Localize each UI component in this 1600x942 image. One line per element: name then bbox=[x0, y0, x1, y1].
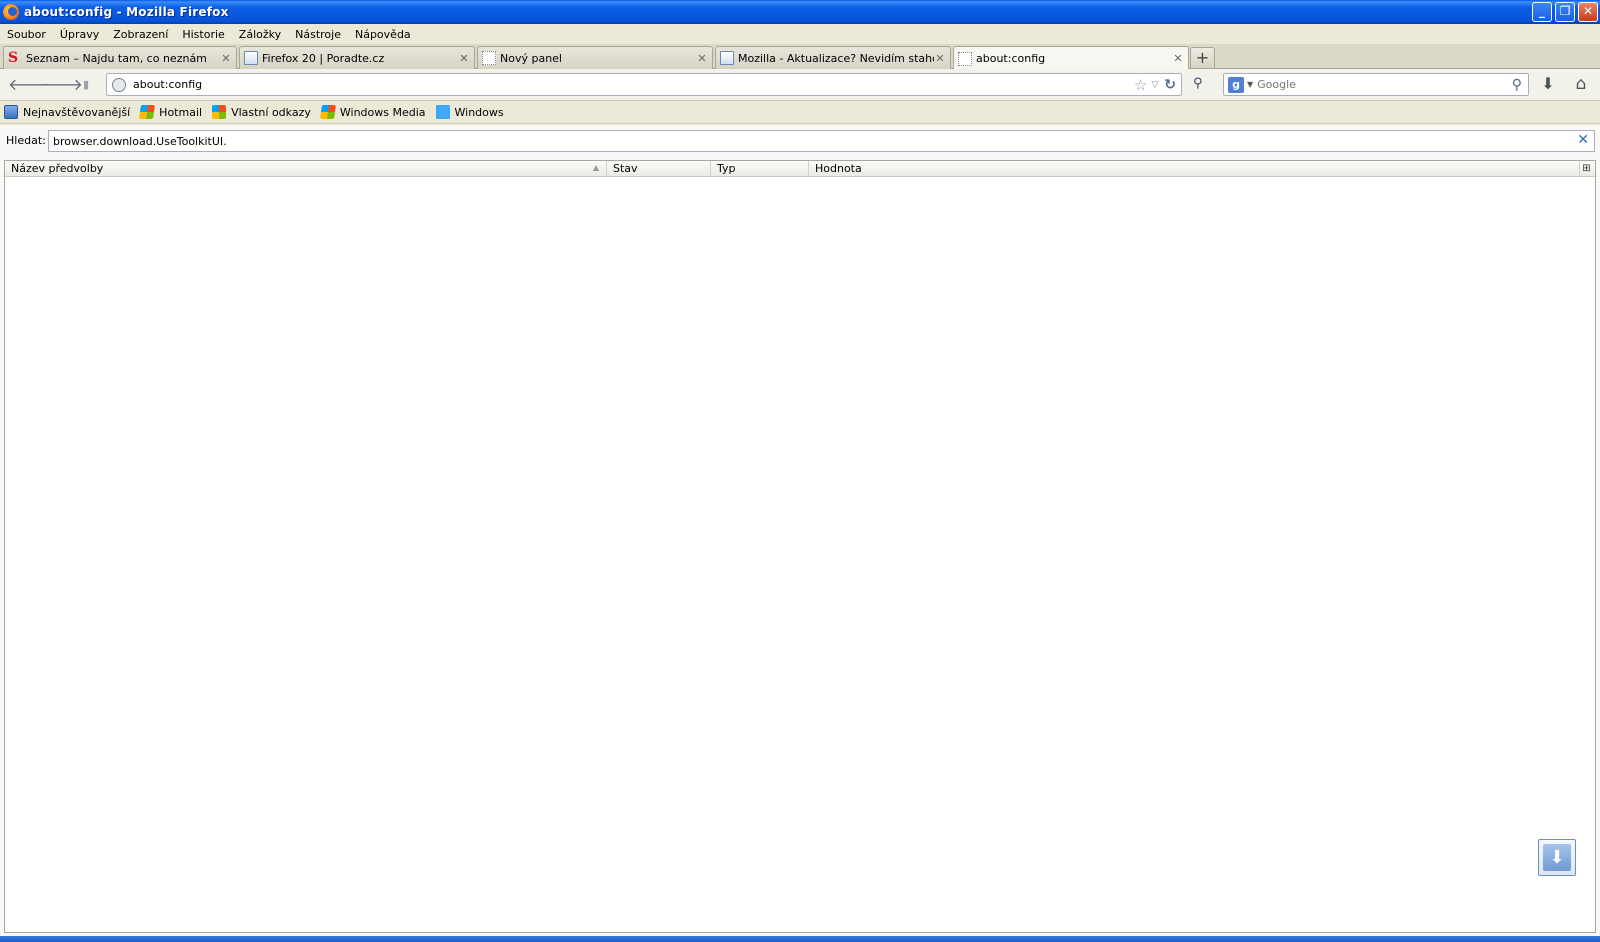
windows-logo-icon bbox=[319, 105, 336, 119]
url-bar[interactable]: ☆ ▽ ↻ bbox=[106, 73, 1182, 96]
menu-zobrazeni[interactable]: Zobrazení bbox=[106, 28, 175, 41]
tab-mozilla[interactable]: Mozilla - Aktualizace? Nevidím stahovaní… bbox=[715, 46, 951, 69]
page-icon bbox=[720, 51, 734, 65]
page-icon bbox=[244, 51, 258, 65]
windows-flag-icon bbox=[435, 105, 450, 119]
menu-historie[interactable]: Historie bbox=[175, 28, 231, 41]
home-icon[interactable]: ⌂ bbox=[1569, 74, 1593, 96]
navigation-toolbar: 🡐 🡒 ▮ ☆ ▽ ↻ ⚲ g ▼ ⚲ ⬇ ⌂ bbox=[0, 69, 1600, 101]
tab-label: about:config bbox=[976, 52, 1046, 65]
download-arrow-icon: ⬇ bbox=[1543, 844, 1571, 871]
tab-about-config[interactable]: about:config ✕ bbox=[953, 46, 1189, 70]
bookmark-hotmail[interactable]: Hotmail bbox=[136, 105, 202, 119]
url-input[interactable] bbox=[133, 78, 1134, 91]
window-titlebar[interactable]: about:config - Mozilla Firefox _ ❐ ✕ bbox=[0, 0, 1600, 24]
most-visited-icon bbox=[4, 105, 18, 119]
tab-close-icon[interactable]: ✕ bbox=[934, 52, 946, 65]
blank-page-icon bbox=[482, 51, 496, 65]
column-header-name[interactable]: Název předvolby bbox=[5, 161, 607, 177]
column-header-type[interactable]: Typ bbox=[711, 161, 809, 177]
tab-seznam[interactable]: S Seznam – Najdu tam, co neznám ✕ bbox=[3, 46, 237, 69]
back-icon[interactable]: 🡐 bbox=[8, 75, 51, 95]
tab-poradte[interactable]: Firefox 20 | Poradte.cz ✕ bbox=[239, 46, 475, 69]
clear-filter-icon[interactable]: ✕ bbox=[1577, 132, 1589, 148]
column-picker-icon[interactable]: ⊞ bbox=[1579, 162, 1593, 176]
bookmark-label: Vlastní odkazy bbox=[231, 105, 311, 119]
bookmark-vlastni-odkazy[interactable]: Vlastní odkazy bbox=[208, 105, 311, 119]
seznam-icon: S bbox=[8, 50, 19, 66]
tab-label: Nový panel bbox=[500, 51, 562, 65]
page-content: Hledat: ✕ Název předvolby ▲ Stav Typ Hod… bbox=[0, 125, 1600, 936]
forward-icon[interactable]: 🡒 bbox=[40, 75, 83, 95]
filter-input[interactable] bbox=[49, 131, 1549, 151]
column-header-value[interactable]: Hodnota bbox=[809, 161, 1579, 177]
menu-napoveda[interactable]: Nápověda bbox=[348, 28, 418, 41]
bookmark-label: Nejnavštěvovanější bbox=[23, 105, 131, 119]
column-header-status[interactable]: Stav bbox=[607, 161, 711, 177]
tab-close-icon[interactable]: ✕ bbox=[1172, 52, 1184, 65]
menu-bar: Soubor Úpravy Zobrazení Historie Záložky… bbox=[0, 24, 1600, 44]
filter-field[interactable]: ✕ bbox=[48, 130, 1595, 152]
menu-nastroje[interactable]: Nástroje bbox=[288, 28, 348, 41]
search-bar[interactable]: g ▼ ⚲ bbox=[1223, 73, 1529, 96]
tab-label: Mozilla - Aktualizace? Nevidím stahovaní… bbox=[738, 51, 934, 65]
reload-icon[interactable]: ↻ bbox=[1164, 77, 1176, 93]
google-engine-icon[interactable]: g bbox=[1228, 76, 1244, 93]
search-input[interactable] bbox=[1257, 78, 1512, 91]
filter-label: Hledat: bbox=[6, 134, 46, 147]
windows-logo-icon bbox=[139, 105, 156, 119]
downloads-icon[interactable]: ⬇ bbox=[1537, 74, 1559, 96]
taskbar-edge bbox=[0, 936, 1600, 942]
bookmark-label: Windows bbox=[454, 105, 504, 119]
bookmark-most-visited[interactable]: Nejnavštěvovanější bbox=[0, 105, 130, 119]
bookmarks-toolbar: Nejnavštěvovanější Hotmail Vlastní odkaz… bbox=[0, 101, 1600, 124]
restore-button[interactable]: ❐ bbox=[1555, 2, 1575, 22]
tab-novy-panel[interactable]: Nový panel ✕ bbox=[477, 46, 713, 69]
tab-close-icon[interactable]: ✕ bbox=[696, 52, 708, 65]
bookmark-label: Hotmail bbox=[159, 105, 203, 119]
bookmark-windows[interactable]: Windows bbox=[432, 105, 504, 119]
firefox-logo-icon bbox=[3, 4, 19, 20]
url-history-dropdown-icon[interactable]: ▽ bbox=[1151, 80, 1158, 90]
menu-upravy[interactable]: Úpravy bbox=[53, 28, 106, 41]
search-icon[interactable]: ⚲ bbox=[1512, 77, 1522, 93]
filter-row: Hledat: ✕ bbox=[0, 130, 1600, 152]
signal-icon: ▮ bbox=[82, 78, 90, 91]
download-notification[interactable]: ⬇ bbox=[1538, 839, 1576, 876]
bookmark-label: Windows Media bbox=[339, 105, 426, 119]
preferences-tree[interactable]: Název předvolby ▲ Stav Typ Hodnota ⊞ bbox=[4, 160, 1596, 933]
site-identity-icon[interactable] bbox=[112, 77, 126, 92]
tab-close-icon[interactable]: ✕ bbox=[458, 52, 470, 65]
minimize-button[interactable]: _ bbox=[1532, 2, 1552, 22]
engine-dropdown-icon[interactable]: ▼ bbox=[1247, 80, 1253, 89]
tab-label: Firefox 20 | Poradte.cz bbox=[262, 51, 385, 65]
addon-icon[interactable]: ⚲ bbox=[1193, 76, 1213, 94]
tree-header: Název předvolby ▲ Stav Typ Hodnota ⊞ bbox=[5, 161, 1595, 177]
windows-logo-icon bbox=[212, 105, 227, 119]
bookmark-windows-media[interactable]: Windows Media bbox=[317, 105, 426, 119]
sort-ascending-icon: ▲ bbox=[593, 163, 600, 172]
window-title: about:config - Mozilla Firefox bbox=[24, 5, 229, 19]
menu-soubor[interactable]: Soubor bbox=[0, 28, 53, 41]
tab-label: Seznam – Najdu tam, co neznám bbox=[26, 51, 207, 65]
tab-strip: S Seznam – Najdu tam, co neznám ✕ Firefo… bbox=[0, 44, 1600, 70]
bookmark-star-icon[interactable]: ☆ bbox=[1134, 76, 1147, 94]
menu-zalozky[interactable]: Záložky bbox=[232, 28, 288, 41]
new-tab-button[interactable]: + bbox=[1190, 47, 1215, 69]
close-window-button[interactable]: ✕ bbox=[1578, 2, 1598, 22]
tab-close-icon[interactable]: ✕ bbox=[220, 52, 232, 65]
blank-page-icon bbox=[958, 51, 972, 66]
